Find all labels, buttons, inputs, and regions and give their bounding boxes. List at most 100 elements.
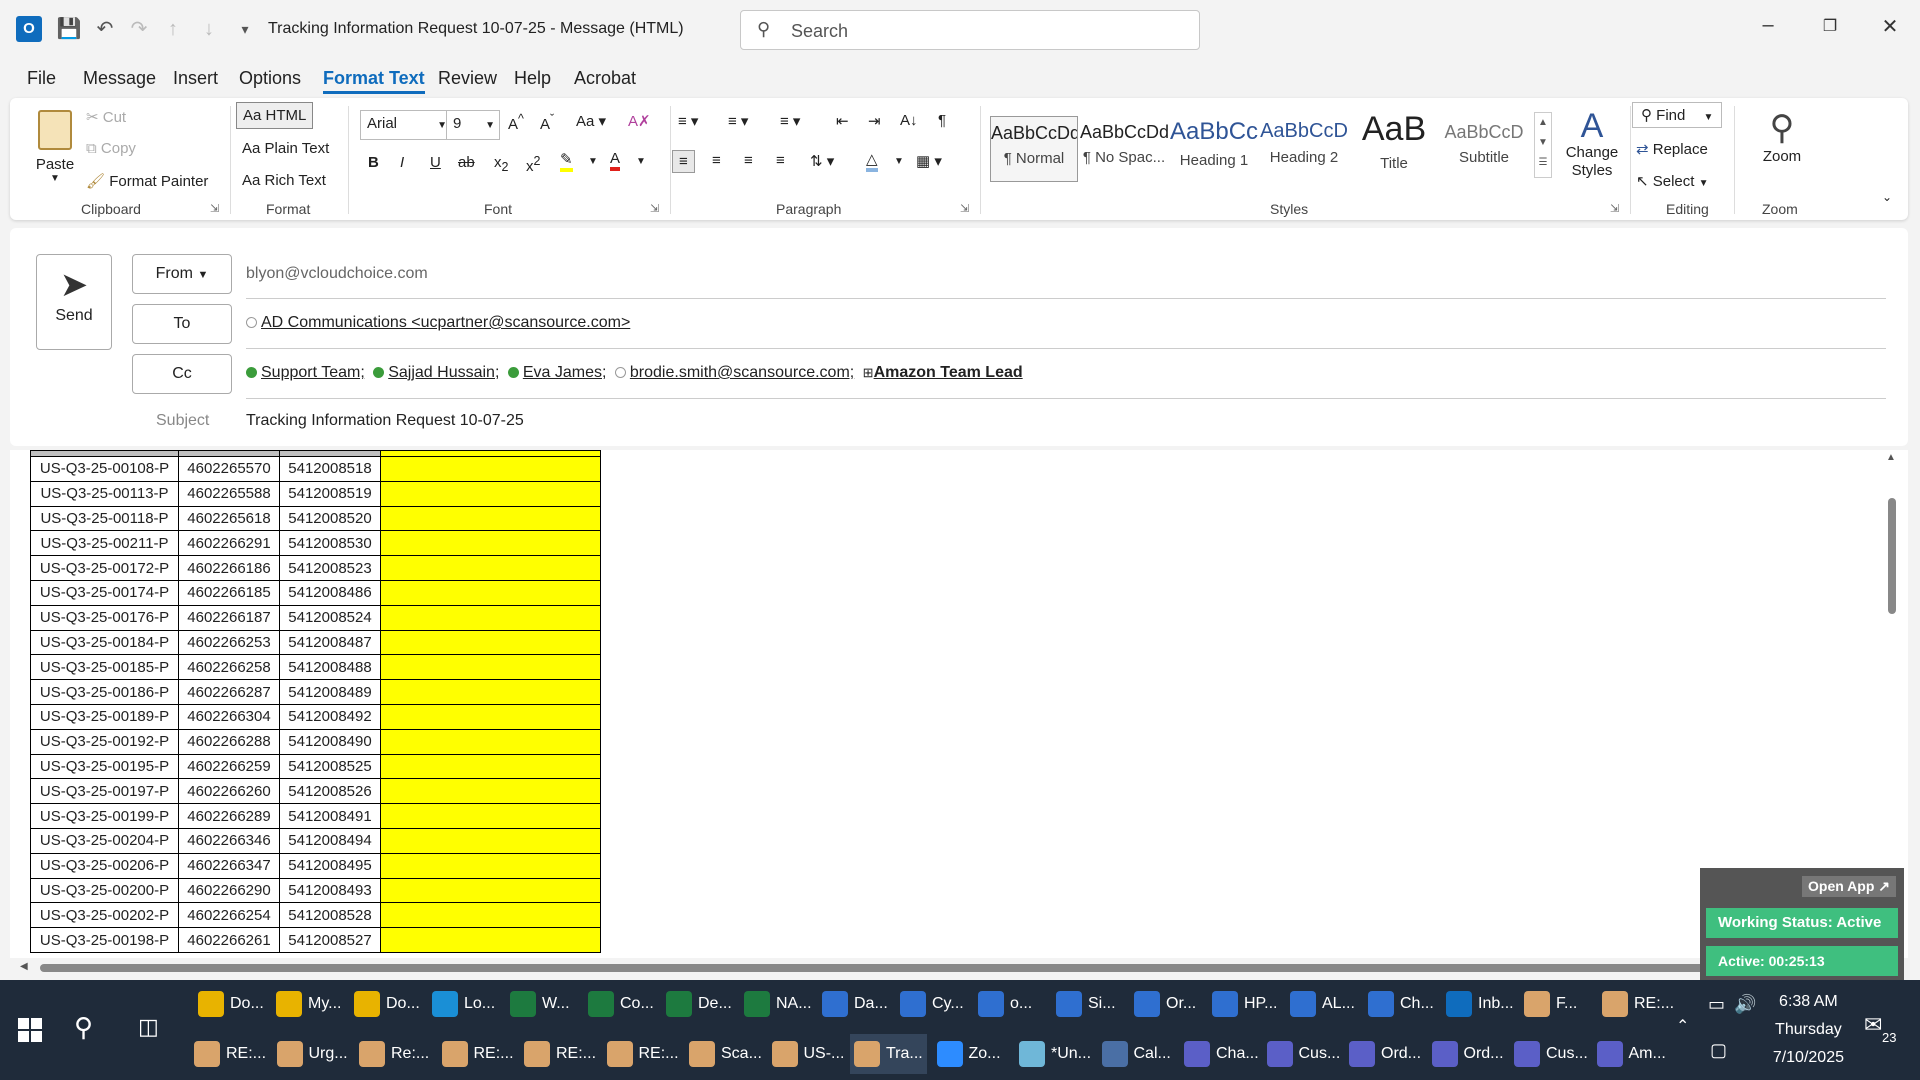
tracking-cell[interactable] — [380, 703, 601, 730]
taskbar-item[interactable]: W... — [506, 984, 574, 1024]
taskbar-item[interactable]: My... — [272, 984, 345, 1024]
show-paragraph-marks-icon[interactable]: ¶ — [938, 112, 946, 129]
italic-button[interactable]: I — [400, 154, 404, 171]
increase-indent-icon[interactable]: ⇥ — [868, 112, 881, 130]
tab-file[interactable]: File — [27, 68, 56, 89]
tracking-cell[interactable] — [380, 852, 601, 879]
tracking-cell[interactable] — [380, 778, 601, 805]
style-no-spacing[interactable]: AaBbCcDd ¶ No Spac... — [1080, 116, 1168, 182]
tab-acrobat[interactable]: Acrobat — [574, 68, 636, 89]
change-styles-button[interactable]: A Change Styles — [1564, 108, 1620, 180]
style-title[interactable]: AaB Title — [1350, 110, 1438, 182]
tab-options[interactable]: Options — [239, 68, 301, 89]
tracking-cell[interactable] — [380, 877, 601, 904]
taskbar-item[interactable]: Do... — [350, 984, 424, 1024]
taskbar-item[interactable]: HP... — [1208, 984, 1282, 1024]
format-plain-text-button[interactable]: Aa Plain Text — [242, 140, 329, 157]
grow-font-icon[interactable]: A^ — [508, 112, 524, 133]
task-view-icon[interactable]: ◫ — [138, 1014, 159, 1040]
taskbar-item[interactable]: RE:... — [603, 1034, 683, 1074]
windows-start-icon[interactable] — [18, 1018, 42, 1042]
tab-message[interactable]: Message — [83, 68, 156, 89]
close-button[interactable]: ✕ — [1870, 14, 1910, 39]
network-icon[interactable]: ▭ — [1708, 994, 1725, 1015]
taskbar-item[interactable]: Cy... — [896, 984, 968, 1024]
tracking-cell[interactable] — [380, 579, 601, 606]
to-field[interactable]: AD Communications <ucpartner@scansource.… — [246, 314, 634, 332]
taskbar-item[interactable]: RE:... — [190, 1034, 270, 1074]
align-left-icon[interactable]: ≡ — [672, 150, 695, 173]
clear-formatting-icon[interactable]: A✗ — [628, 112, 651, 130]
from-field[interactable]: blyon@vcloudchoice.com — [246, 265, 428, 283]
align-right-icon[interactable]: ≡ — [744, 152, 753, 169]
taskbar-item[interactable]: Da... — [818, 984, 892, 1024]
collapse-ribbon-icon[interactable]: ⌄ — [1882, 190, 1892, 204]
tracking-cell[interactable] — [380, 530, 601, 557]
styles-launcher-icon[interactable]: ⇲ — [1610, 202, 1619, 215]
taskbar-item[interactable]: RE:... — [520, 1034, 600, 1074]
bold-button[interactable]: B — [368, 154, 379, 171]
taskbar-item[interactable]: Si... — [1052, 984, 1120, 1024]
tracking-cell[interactable] — [380, 753, 601, 780]
tracking-cell[interactable] — [380, 728, 601, 755]
font-color-icon[interactable]: A — [610, 150, 621, 171]
tracking-cell[interactable] — [380, 505, 601, 532]
shrink-font-icon[interactable]: Aˇ — [540, 112, 554, 133]
style-normal[interactable]: AaBbCcDd ¶ Normal — [990, 116, 1078, 182]
taskbar-item[interactable]: De... — [662, 984, 736, 1024]
zoom-button[interactable]: ⚲ Zoom — [1750, 108, 1814, 165]
notification-icon[interactable]: ✉ — [1864, 1012, 1882, 1038]
style-heading-2[interactable]: AaBbCcD Heading 2 — [1260, 116, 1348, 182]
find-button[interactable]: ⚲ Find ▼ — [1632, 102, 1723, 128]
taskbar-item[interactable]: o... — [974, 984, 1036, 1024]
save-icon[interactable]: 💾 — [56, 16, 82, 42]
tab-help[interactable]: Help — [514, 68, 551, 89]
undo-icon[interactable]: ↶ — [92, 16, 118, 42]
styles-gallery-scroll[interactable]: ▲ ▼ ☰ — [1534, 112, 1552, 178]
taskbar-item[interactable]: RE:... — [1598, 984, 1678, 1024]
taskbar-item[interactable]: US-... — [768, 1034, 849, 1074]
tracking-cell[interactable] — [380, 480, 601, 507]
underline-button[interactable]: U — [430, 154, 441, 171]
taskbar-item[interactable]: Sca... — [685, 1034, 766, 1074]
font-size-select[interactable]: 9 ▼ — [446, 110, 500, 140]
justify-icon[interactable]: ≡ — [776, 152, 785, 169]
cc-recipient[interactable]: brodie.smith@scansource.com; — [630, 364, 854, 381]
align-center-icon[interactable]: ≡ — [712, 152, 721, 169]
restore-button[interactable]: ❐ — [1810, 16, 1850, 36]
bullets-icon[interactable]: ≡ ▾ — [678, 112, 698, 130]
taskbar-item[interactable]: Ord... — [1345, 1034, 1425, 1074]
line-spacing-icon[interactable]: ⇅ ▾ — [810, 152, 834, 170]
cut-button[interactable]: ✂ Cut — [86, 108, 126, 126]
subject-field[interactable]: Tracking Information Request 10-07-25 — [246, 412, 524, 430]
next-item-icon[interactable]: ↓ — [196, 16, 222, 42]
volume-icon[interactable]: 🔊 — [1734, 994, 1756, 1015]
taskbar-item[interactable]: Do... — [194, 984, 268, 1024]
horizontal-scroll-thumb[interactable] — [40, 964, 1720, 972]
font-launcher-icon[interactable]: ⇲ — [650, 202, 659, 215]
taskbar-item[interactable]: Ord... — [1428, 1034, 1508, 1074]
chevron-down-icon[interactable]: ▼ — [588, 156, 598, 167]
scroll-left-icon[interactable]: ◀ — [20, 961, 28, 972]
select-button[interactable]: ↖ Select ▼ — [1636, 172, 1709, 190]
change-case-icon[interactable]: Aa ▾ — [576, 112, 606, 130]
to-recipient[interactable]: AD Communications <ucpartner@scansource.… — [261, 314, 630, 331]
previous-item-icon[interactable]: ↑ — [160, 16, 186, 42]
taskbar-item[interactable]: NA... — [740, 984, 816, 1024]
taskbar-item[interactable]: Ch... — [1364, 984, 1438, 1024]
cc-recipient[interactable]: Sajjad Hussain; — [388, 364, 499, 381]
horizontal-scrollbar[interactable]: ◀ — [10, 958, 1908, 976]
tracking-cell[interactable] — [380, 803, 601, 829]
decrease-indent-icon[interactable]: ⇤ — [836, 112, 849, 130]
tracking-cell[interactable] — [380, 654, 601, 681]
tracking-cell[interactable] — [380, 902, 601, 929]
send-button[interactable]: ➤ Send — [36, 254, 112, 350]
taskbar-clock[interactable]: 6:38 AM Thursday 7/10/2025 — [1773, 988, 1844, 1072]
taskbar-item[interactable]: AL... — [1286, 984, 1359, 1024]
from-button[interactable]: From ▼ — [132, 254, 232, 294]
taskbar-item[interactable]: Lo... — [428, 984, 499, 1024]
tab-review[interactable]: Review — [438, 68, 497, 89]
taskbar-item[interactable]: Cha... — [1180, 1034, 1263, 1074]
sort-icon[interactable]: A↓ — [900, 112, 918, 129]
format-rich-text-button[interactable]: Aa Rich Text — [242, 172, 326, 189]
